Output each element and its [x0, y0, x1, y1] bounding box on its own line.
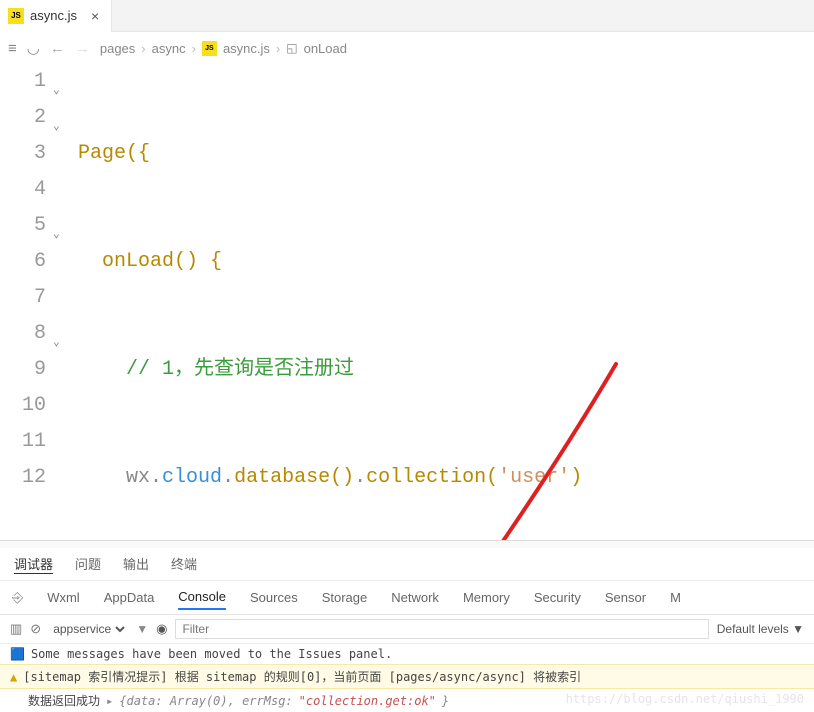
js-file-icon: JS: [8, 8, 24, 24]
chevron-right-icon: ›: [141, 41, 145, 56]
filter-input[interactable]: [175, 619, 708, 639]
eye-icon[interactable]: ◉: [156, 621, 167, 637]
clear-console-icon[interactable]: ⊘: [30, 621, 41, 637]
tab-appdata[interactable]: AppData: [104, 586, 155, 609]
console-log-line[interactable]: ▲ [sitemap 索引情况提示] 根据 sitemap 的规则[0]，当前页…: [0, 664, 814, 689]
tab-filename: async.js: [30, 8, 77, 23]
editor-toolbar: ≡ ◡ ← → pages › async › JS async.js › ◱ …: [0, 32, 814, 64]
console-sidebar-icon[interactable]: ▥: [10, 621, 22, 637]
tab-wxml[interactable]: Wxml: [47, 586, 80, 609]
line-number-gutter: 1⌄ 2⌄ 3 4 5⌄ 6 7 8⌄ 9 10 11 12: [0, 64, 56, 540]
tab-console[interactable]: Console: [178, 585, 226, 610]
console-filter-bar: ▥ ⊘ appservice ▼ ◉ Default levels ▼: [0, 615, 814, 644]
line-number: 3: [0, 136, 46, 172]
code-content[interactable]: Page({ onLoad() { // 1，先查询是否注册过 wx.cloud…: [56, 64, 814, 540]
line-number: 12: [0, 460, 46, 496]
nav-forward-icon[interactable]: →: [75, 40, 90, 57]
nav-back-icon[interactable]: ←: [50, 40, 65, 57]
tab-debugger[interactable]: 调试器: [14, 554, 53, 574]
tab-sensor[interactable]: Sensor: [605, 586, 646, 609]
file-tab-active[interactable]: JS async.js ×: [0, 0, 112, 32]
close-icon[interactable]: ×: [87, 8, 103, 24]
chevron-right-icon: ›: [276, 41, 280, 56]
line-number: 2⌄: [0, 100, 46, 136]
bookmark-icon[interactable]: ◡: [27, 39, 40, 57]
info-icon: 🟦: [10, 647, 25, 661]
log-levels-select[interactable]: Default levels ▼: [717, 622, 804, 636]
console-output: 🟦 Some messages have been moved to the I…: [0, 644, 814, 712]
line-number: 11: [0, 424, 46, 460]
tab-storage[interactable]: Storage: [322, 586, 368, 609]
line-number: 7: [0, 280, 46, 316]
devtools-tabs: ⎆ Wxml AppData Console Sources Storage N…: [0, 581, 814, 615]
js-file-icon: JS: [202, 41, 217, 56]
tab-security[interactable]: Security: [534, 586, 581, 609]
inspect-icon[interactable]: ⎆: [12, 589, 23, 606]
breadcrumb-item[interactable]: async: [152, 41, 186, 56]
breadcrumb-item[interactable]: onLoad: [304, 41, 347, 56]
panel-tabs-primary: 调试器 问题 输出 终端: [0, 548, 814, 581]
expand-icon[interactable]: ▸: [106, 694, 113, 708]
breadcrumb: pages › async › JS async.js › ◱ onLoad: [100, 41, 347, 56]
console-log-line[interactable]: 🟦 Some messages have been moved to the I…: [0, 644, 814, 664]
warning-icon: ▲: [10, 670, 17, 684]
line-number: 6: [0, 244, 46, 280]
line-number: 10: [0, 388, 46, 424]
line-number: 1⌄: [0, 64, 46, 100]
breadcrumb-item[interactable]: pages: [100, 41, 135, 56]
context-select[interactable]: appservice: [49, 621, 128, 637]
tab-output[interactable]: 输出: [123, 554, 149, 574]
line-number: 5⌄: [0, 208, 46, 244]
line-number: 8⌄: [0, 316, 46, 352]
code-editor[interactable]: 1⌄ 2⌄ 3 4 5⌄ 6 7 8⌄ 9 10 11 12 Page({ on…: [0, 64, 814, 540]
panel-divider[interactable]: [0, 540, 814, 548]
chevron-right-icon: ›: [192, 41, 196, 56]
tab-network[interactable]: Network: [391, 586, 439, 609]
list-icon[interactable]: ≡: [8, 40, 17, 57]
line-number: 9: [0, 352, 46, 388]
line-number: 4: [0, 172, 46, 208]
watermark: https://blog.csdn.net/qiushi_1990: [566, 692, 804, 706]
tab-problems[interactable]: 问题: [75, 554, 101, 574]
tab-memory[interactable]: Memory: [463, 586, 510, 609]
editor-tab-bar: JS async.js ×: [0, 0, 814, 32]
breadcrumb-item[interactable]: async.js: [223, 41, 270, 56]
cube-icon: ◱: [286, 41, 297, 55]
tab-sources[interactable]: Sources: [250, 586, 298, 609]
chevron-down-icon: ▼: [136, 622, 148, 636]
tab-more[interactable]: M: [670, 586, 681, 609]
tab-terminal[interactable]: 终端: [171, 554, 197, 574]
